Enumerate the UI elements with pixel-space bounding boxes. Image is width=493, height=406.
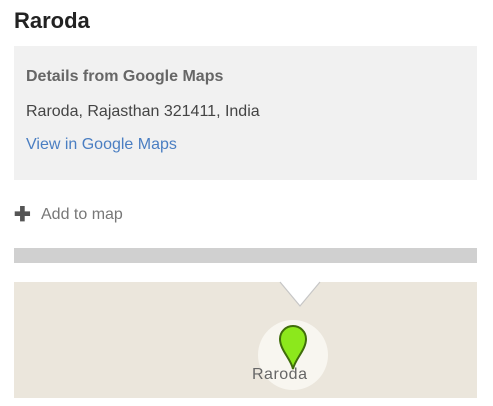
add-to-map-label: Add to map	[41, 206, 123, 223]
details-heading: Details from Google Maps	[26, 68, 224, 85]
details-panel: Details from Google Maps Raroda, Rajasth…	[14, 46, 477, 180]
place-address: Raroda, Rajasthan 321411, India	[26, 103, 260, 120]
callout-pointer	[279, 281, 321, 307]
add-to-map-button[interactable]: ✚ Add to map	[14, 204, 123, 226]
section-divider	[14, 248, 477, 263]
view-in-google-maps-link[interactable]: View in Google Maps	[26, 136, 177, 154]
map-pin-icon[interactable]	[277, 323, 309, 371]
plus-icon: ✚	[14, 204, 31, 226]
place-info-card: Raroda Details from Google Maps Raroda, …	[14, 0, 477, 270]
place-title: Raroda	[14, 8, 90, 33]
